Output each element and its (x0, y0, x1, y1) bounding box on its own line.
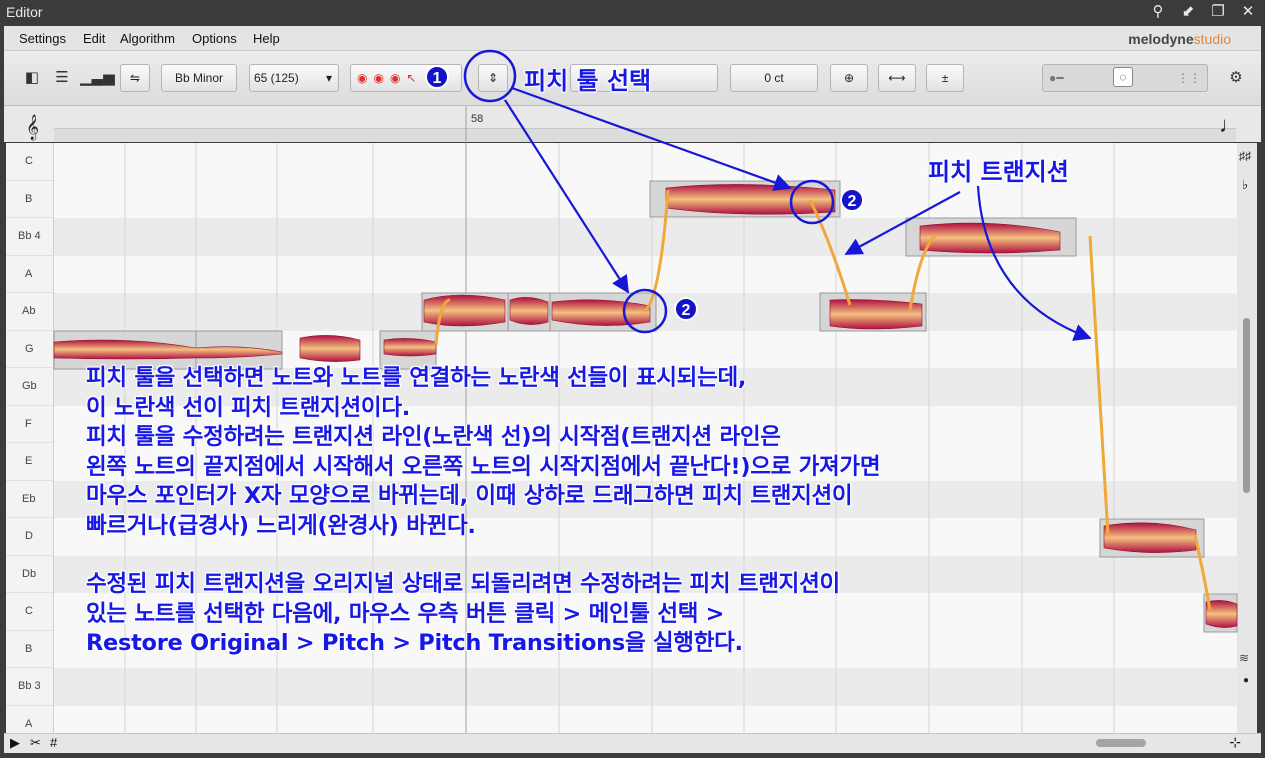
annotation-line: 빠르거나(급경사) 느리게(완경사) 바뀐다. (86, 512, 476, 539)
annotation-line: 수정된 피치 트랜지션을 오리지널 상태로 되돌리려면 수정하려는 피치 트랜지… (86, 571, 840, 597)
annotation-line: 마우스 포인터가 X자 모양으로 바뀌는데, 이때 상하로 드래그하면 피치 트… (86, 483, 853, 509)
annotation-text: 피치 툴을 선택하면 노트와 노트를 연결하는 노란색 선들이 표시되는데, 이… (86, 364, 1226, 659)
annotation-line: Restore Original > Pitch > Pitch Transit… (86, 630, 743, 656)
editor-window: Editor ⚲ ⬋ ❐ ✕ Settings Edit Algorithm O… (0, 0, 1265, 758)
annotation-line: 피치 툴을 선택하면 노트와 노트를 연결하는 노란색 선들이 표시되는데, (86, 365, 747, 391)
pitch-tool-callout: 피치 툴 선택 (524, 67, 652, 95)
pitch-transition-callout: 피치 트랜지션 (928, 158, 1069, 186)
annotation-line: 있는 노트를 선택한 다음에, 마우스 우측 버튼 클릭 > 메인툴 선택 > (86, 600, 725, 627)
annotation-line: 이 노란색 선이 피치 트랜지션이다. (86, 394, 410, 421)
annotation-line: 피치 툴을 수정하려는 트랜지션 라인(노란색 선)의 시작점(트랜지션 라인은 (86, 424, 781, 450)
step-two-badge: 2 (840, 188, 864, 212)
annotation-line: 왼쪽 노트의 끝지점에서 시작해서 오른쪽 노트의 시작지점에서 끝난다!)으로… (86, 453, 881, 480)
step-one-badge: 1 (425, 65, 449, 89)
step-two-badge: 2 (674, 297, 698, 321)
